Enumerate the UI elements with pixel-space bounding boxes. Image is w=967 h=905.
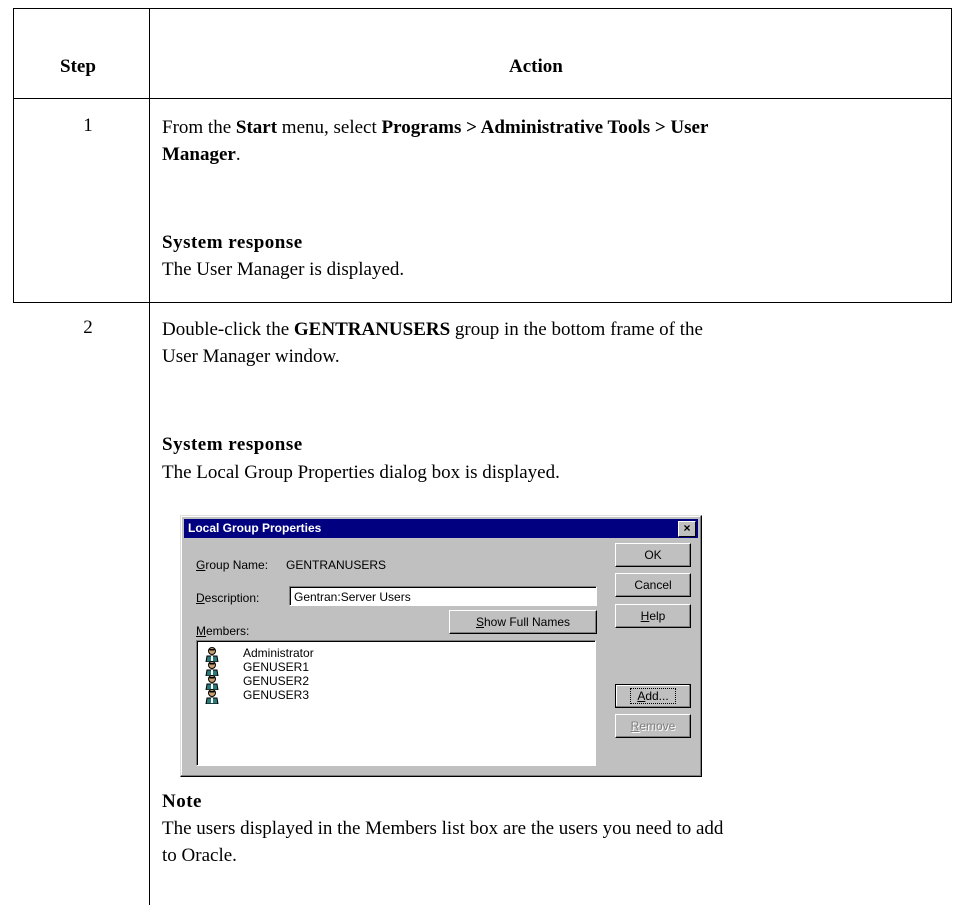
- member-name: GENUSER2: [243, 674, 310, 688]
- system-response-text: The Local Group Properties dialog box is…: [162, 462, 560, 483]
- label-text: escription:: [204, 591, 260, 605]
- user-icon: [205, 661, 219, 676]
- note-line: The users displayed in the Members list …: [162, 818, 724, 839]
- button-label: how Full Names: [483, 615, 571, 629]
- system-response-title: System response: [162, 232, 303, 253]
- group-name-value: GENTRANUSERS: [286, 558, 387, 572]
- instruction-text: User Manager window.: [162, 346, 340, 367]
- instruction-text: .: [235, 144, 241, 165]
- step-instruction: From the Start menu, select Programs > A…: [162, 114, 952, 168]
- note-text: The users displayed in the Members list …: [162, 815, 952, 869]
- members-list[interactable]: Administrator GENUSER1 GENUSER2 GENUSER3: [196, 640, 596, 766]
- mnemonic: G: [196, 558, 206, 572]
- button-label: elp: [649, 609, 666, 623]
- label-text: roup Name:: [205, 558, 269, 572]
- note-title: Note: [162, 791, 202, 812]
- step-instruction: Double-click the GENTRANUSERS group in t…: [162, 316, 952, 370]
- dialog-title-bar[interactable]: Local Group Properties ×: [184, 519, 698, 538]
- button-label: emove: [639, 719, 676, 733]
- instruction-text: Double-click the: [162, 319, 294, 340]
- instruction-text: group in the bottom frame of the: [450, 319, 703, 340]
- instruction-text: From the: [162, 117, 236, 138]
- step-number: 2: [83, 317, 93, 338]
- header-action: Action: [509, 56, 563, 77]
- mnemonic: D: [196, 591, 205, 605]
- table-border-left: [13, 8, 14, 303]
- member-name: Administrator: [243, 646, 314, 660]
- instruction-text: menu, select: [277, 117, 382, 138]
- label-text: embers:: [206, 624, 250, 638]
- user-icon: [205, 675, 219, 690]
- remove-button[interactable]: Remove: [615, 714, 691, 738]
- mnemonic: R: [630, 719, 640, 733]
- user-icon: [205, 647, 219, 662]
- show-full-names-button[interactable]: Show Full Names: [449, 610, 597, 634]
- member-name: GENUSER3: [243, 688, 310, 702]
- note-line: to Oracle.: [162, 845, 237, 866]
- group-name-label: Group Name:: [196, 558, 268, 572]
- button-label: dd...: [645, 689, 669, 703]
- mnemonic: S: [475, 615, 484, 629]
- table-row-separator-header: [13, 98, 952, 99]
- menu-name: Start: [235, 117, 278, 138]
- dialog-title: Local Group Properties: [188, 521, 322, 535]
- member-name: GENUSER1: [243, 660, 310, 674]
- header-step: Step: [60, 56, 96, 77]
- cancel-button[interactable]: Cancel: [615, 573, 691, 597]
- user-icon: [205, 689, 219, 704]
- add-button-focus: Add...: [630, 688, 676, 704]
- table-divider-column: [149, 8, 150, 905]
- local-group-properties-dialog: Local Group Properties × Group Name: GEN…: [180, 515, 702, 777]
- ok-button[interactable]: OK: [615, 543, 691, 567]
- step-number: 1: [83, 115, 93, 136]
- menu-path-end: Manager: [162, 144, 236, 165]
- table-border-top: [13, 8, 952, 9]
- help-button[interactable]: Help: [615, 604, 691, 628]
- description-label: Description:: [196, 591, 259, 605]
- close-icon[interactable]: ×: [678, 521, 696, 537]
- menu-path: Programs > Administrative Tools > User: [381, 117, 709, 138]
- members-label: Members:: [196, 624, 249, 638]
- group-name: GENTRANUSERS: [293, 319, 451, 340]
- system-response-title: System response: [162, 434, 303, 455]
- mnemonic: M: [196, 624, 206, 638]
- description-field[interactable]: Gentran:Server Users: [289, 586, 597, 606]
- system-response-text: The User Manager is displayed.: [162, 259, 405, 280]
- add-button[interactable]: Add...: [615, 684, 691, 708]
- table-row-separator-1: [13, 302, 952, 303]
